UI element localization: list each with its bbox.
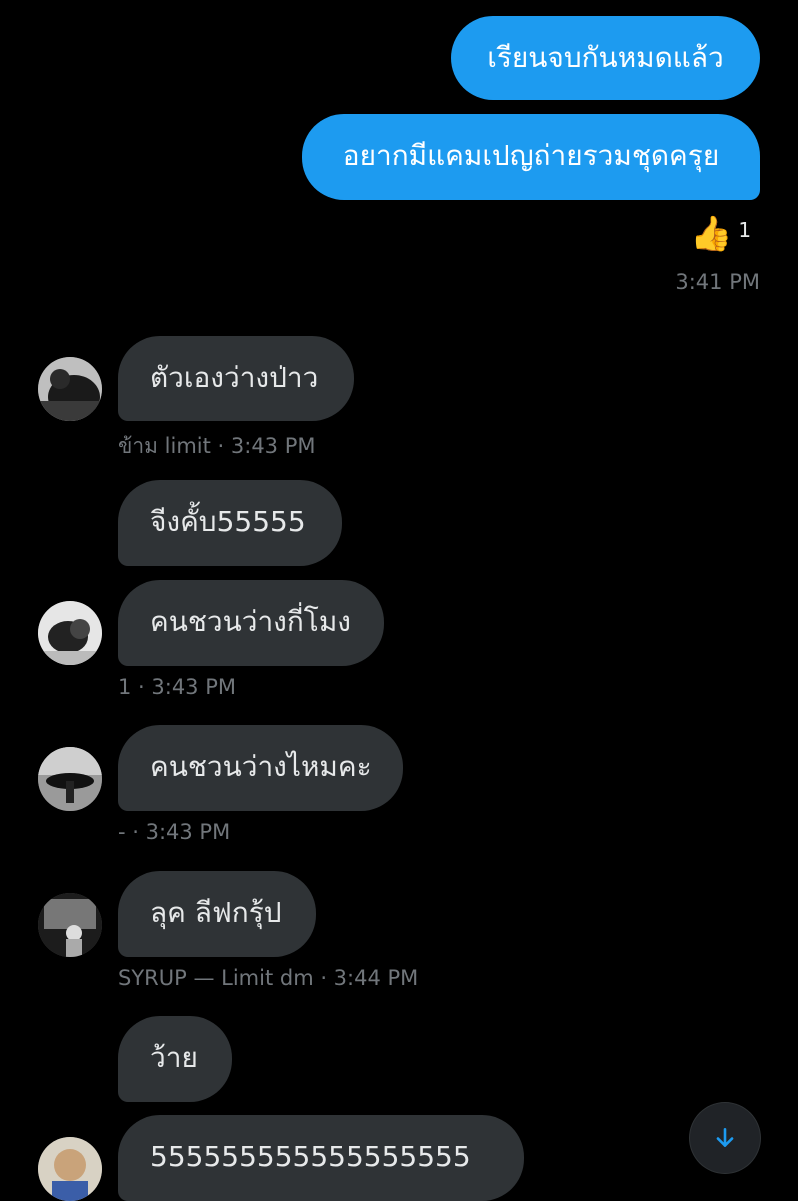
- message-meta: 1 · 3:43 PM: [118, 675, 237, 699]
- message-text: 555555555555555555: [150, 1140, 471, 1173]
- avatar[interactable]: [38, 357, 102, 421]
- message-text: ตัวเองว่างป่าว: [150, 361, 319, 394]
- incoming-message[interactable]: จีงคั้บ55555: [118, 480, 342, 566]
- incoming-message[interactable]: คนชวนว่างไหมคะ: [118, 725, 403, 811]
- message-text: อยากมีแคมเปญถ่ายรวมชุดครุย: [342, 139, 720, 172]
- message-meta: - · 3:43 PM: [118, 820, 231, 844]
- message-text: จีงคั้บ55555: [150, 505, 306, 538]
- avatar[interactable]: [38, 1137, 102, 1201]
- incoming-message[interactable]: 555555555555555555: [118, 1115, 524, 1201]
- message-text: คนชวนว่างไหมคะ: [150, 750, 372, 783]
- message-meta: ข้าม limit · 3:43 PM: [118, 434, 316, 458]
- incoming-message[interactable]: ว้าย: [118, 1016, 232, 1102]
- message-text: คนชวนว่างกี่โมง: [150, 605, 351, 638]
- message-meta: SYRUP — Limit dm · 3:44 PM: [118, 966, 419, 990]
- message-text: ลุค ลีฟกรุ้ป: [150, 896, 282, 929]
- reaction-count: 1: [738, 218, 752, 242]
- reaction[interactable]: 👍 1: [690, 212, 751, 256]
- incoming-message[interactable]: ตัวเองว่างป่าว: [118, 336, 354, 421]
- message-text: ว้าย: [150, 1041, 198, 1074]
- avatar[interactable]: [38, 893, 102, 957]
- outgoing-message[interactable]: อยากมีแคมเปญถ่ายรวมชุดครุย: [302, 114, 760, 200]
- incoming-message[interactable]: คนชวนว่างกี่โมง: [118, 580, 384, 666]
- incoming-message[interactable]: ลุค ลีฟกรุ้ป: [118, 871, 316, 957]
- avatar[interactable]: [38, 747, 102, 811]
- arrow-down-icon: [716, 1128, 734, 1147]
- scroll-to-bottom-button[interactable]: [690, 1103, 760, 1173]
- thumbs-up-icon: 👍: [690, 214, 733, 254]
- avatar[interactable]: [38, 601, 102, 665]
- message-text: เรียนจบกันหมดแล้ว: [487, 41, 724, 74]
- outgoing-message[interactable]: เรียนจบกันหมดแล้ว: [451, 16, 760, 100]
- message-timestamp: 3:41 PM: [675, 270, 760, 294]
